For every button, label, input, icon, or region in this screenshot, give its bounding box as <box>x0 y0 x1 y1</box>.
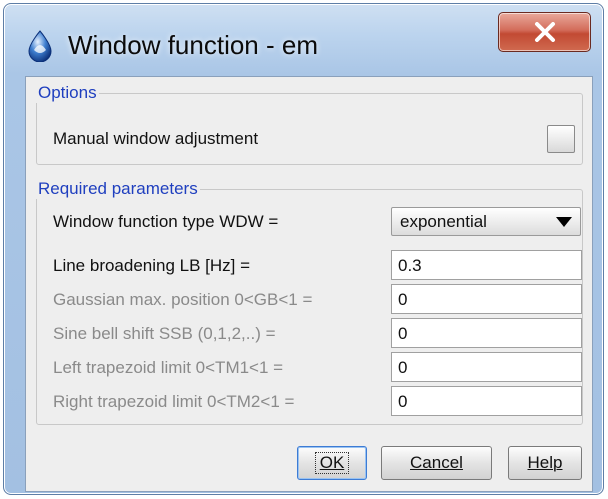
close-button[interactable] <box>498 12 591 52</box>
options-group-title: Options <box>36 83 99 103</box>
tm2-input[interactable]: 0 <box>391 386 582 416</box>
manual-adjust-checkbox[interactable] <box>547 125 575 153</box>
tm1-label: Left trapezoid limit 0<TM1<1 = <box>53 358 284 377</box>
ssb-input[interactable]: 0 <box>391 318 582 348</box>
ssb-input-value: 0 <box>398 324 408 343</box>
wdw-select-value: exponential <box>400 212 487 231</box>
lb-input[interactable]: 0.3 <box>391 250 582 280</box>
chevron-down-icon <box>556 217 572 227</box>
gb-input-value: 0 <box>398 290 408 309</box>
gb-input[interactable]: 0 <box>391 284 582 314</box>
topspin-droplet-icon <box>28 30 52 62</box>
wdw-select[interactable]: exponential <box>391 207 581 236</box>
window-title: Window function - em <box>68 30 318 60</box>
gb-label: Gaussian max. position 0<GB<1 = <box>53 290 313 309</box>
tm2-label: Right trapezoid limit 0<TM2<1 = <box>53 392 295 411</box>
help-button[interactable]: Help <box>508 446 582 480</box>
help-button-label: Help <box>527 453 563 472</box>
close-icon <box>534 22 555 42</box>
dialog-content: Options Manual window adjustment Require… <box>25 76 593 492</box>
lb-label: Line broadening LB [Hz] = <box>53 256 251 275</box>
wdw-label: Window function type WDW = <box>53 212 279 231</box>
lb-input-value: 0.3 <box>398 256 422 275</box>
dialog-window: Window function - em Options Manual wind… <box>3 3 604 495</box>
tm1-input[interactable]: 0 <box>391 352 582 382</box>
required-params-title: Required parameters <box>36 179 200 199</box>
tm1-input-value: 0 <box>398 358 408 377</box>
manual-adjust-label: Manual window adjustment <box>53 129 259 148</box>
ok-button[interactable]: OK <box>297 446 367 480</box>
cancel-button[interactable]: Cancel <box>381 446 492 480</box>
cancel-button-label: Cancel <box>410 453 463 472</box>
ssb-label: Sine bell shift SSB (0,1,2,..) = <box>53 324 276 343</box>
tm2-input-value: 0 <box>398 392 408 411</box>
ok-button-label: OK <box>314 452 350 474</box>
